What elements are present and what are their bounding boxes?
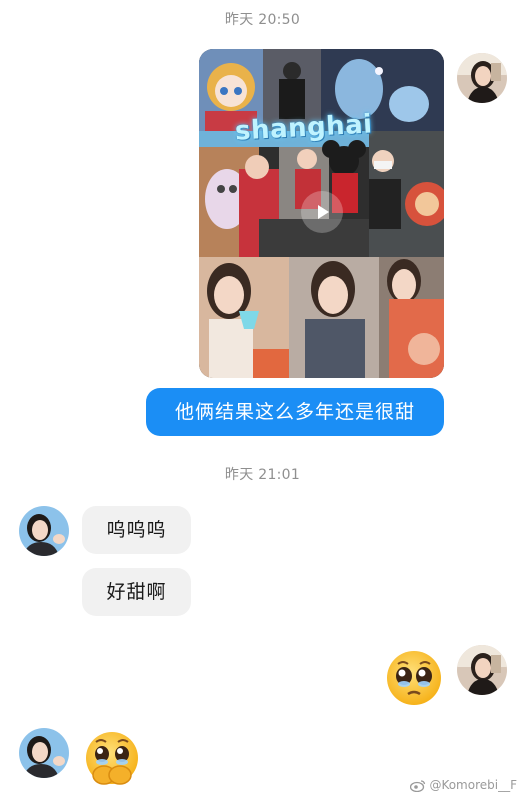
received-message-bubble-2[interactable]: 好甜啊 [82,568,191,616]
weibo-logo-icon [410,779,426,792]
my-avatar[interactable] [457,645,507,695]
user-avatar-image [457,53,507,103]
friend-avatar-image [19,728,69,778]
video-collage-message[interactable]: shanghai [199,49,444,378]
timestamp-1: 昨天 20:50 [224,12,301,28]
received-message-bubble-1[interactable]: 呜呜呜 [82,506,191,554]
play-button[interactable] [301,191,343,233]
timestamp-2: 昨天 21:01 [224,467,301,483]
pleading-face-icon [387,651,441,705]
sent-emoji[interactable] [384,648,444,708]
friend-avatar[interactable] [19,506,69,556]
play-icon [318,205,329,219]
my-avatar[interactable] [457,53,507,103]
received-emoji[interactable] [82,730,142,790]
friend-avatar[interactable] [19,728,69,778]
sent-message-bubble[interactable]: 他俩结果这么多年还是很甜 [146,388,444,436]
hands-over-mouth-crying-icon [86,732,138,785]
watermark-text: @Komorebi__F [429,778,517,792]
user-avatar-image [457,645,507,695]
weibo-watermark: @Komorebi__F [410,778,517,792]
friend-avatar-image [19,506,69,556]
